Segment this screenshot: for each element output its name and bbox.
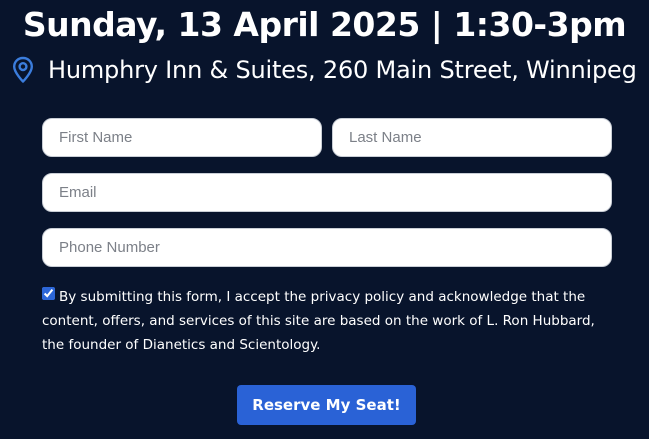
reserve-seat-button[interactable]: Reserve My Seat! (237, 385, 416, 425)
map-pin-icon (12, 56, 34, 84)
last-name-input[interactable] (332, 118, 612, 157)
phone-number-input[interactable] (42, 228, 612, 267)
event-location: Humphry Inn & Suites, 260 Main Street, W… (12, 52, 637, 88)
first-name-input[interactable] (42, 118, 322, 157)
consent-text: By submitting this form, I accept the pr… (42, 289, 595, 353)
event-date-time: Sunday, 13 April 2025 | 1:30-3pm (22, 5, 627, 44)
event-location-text: Humphry Inn & Suites, 260 Main Street, W… (48, 56, 637, 84)
email-input[interactable] (42, 173, 612, 212)
consent-checkbox[interactable] (42, 287, 55, 300)
